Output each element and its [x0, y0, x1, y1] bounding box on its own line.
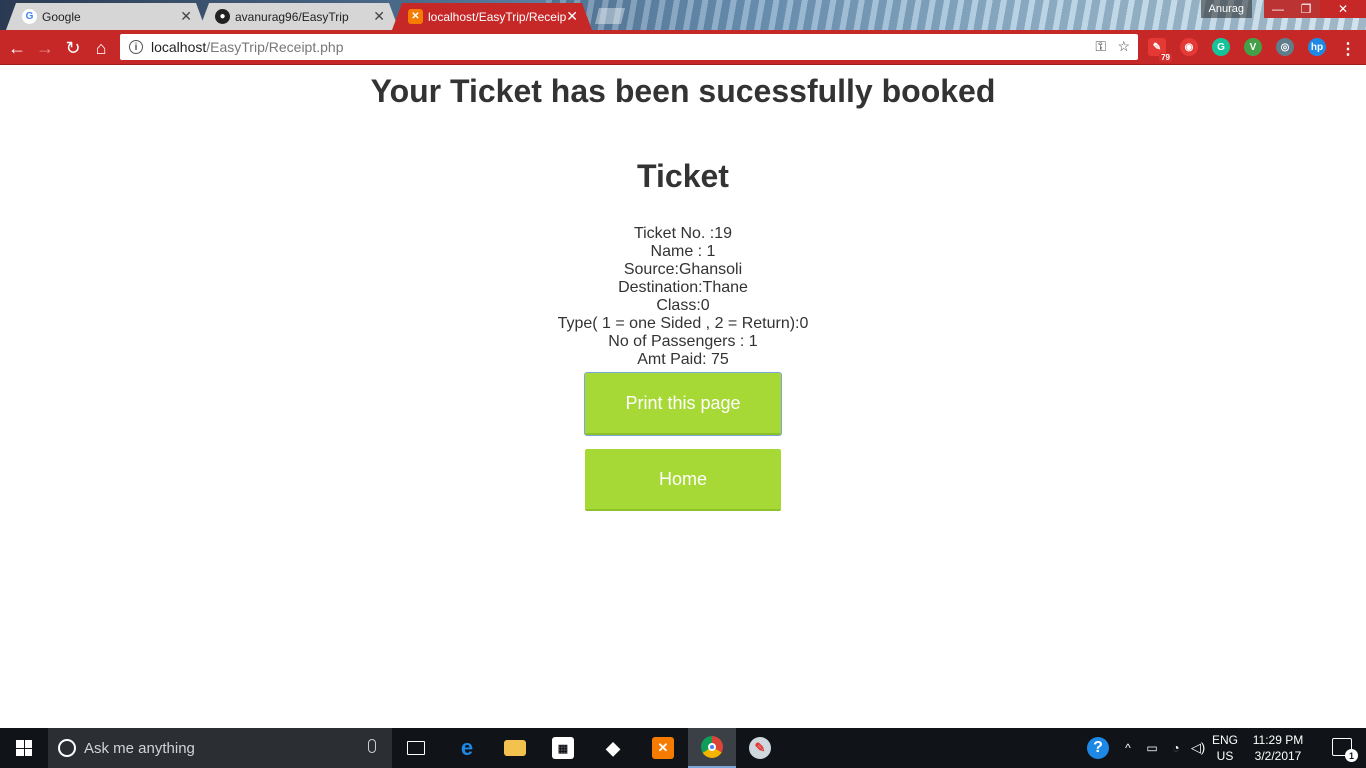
page-content: Your Ticket has been sucessfully booked … [0, 65, 1366, 728]
language-indicator[interactable]: ENG US [1208, 732, 1242, 764]
notification-count: 1 [1345, 749, 1358, 762]
cortana-icon [58, 739, 76, 757]
passenger-count: No of Passengers : 1 [608, 333, 758, 350]
task-view-icon[interactable] [392, 728, 440, 768]
extension-grammarly-icon[interactable]: G [1212, 38, 1230, 56]
page-title: Your Ticket has been sucessfully booked [370, 73, 996, 109]
extension-location-icon[interactable]: ◎ [1276, 38, 1294, 56]
xampp-icon[interactable]: ✕ [639, 728, 687, 768]
taskbar: Ask me anything e ▦ ◆ ✕ ✎ ? ^ ▭ ◔ ◁) ENG… [0, 728, 1366, 768]
date: 3/2/2017 [1254, 749, 1302, 763]
start-button[interactable] [0, 728, 48, 768]
minimize-icon[interactable]: — [1264, 0, 1292, 18]
chrome-icon[interactable] [688, 728, 736, 768]
chevron-up-icon[interactable]: ^ [1118, 728, 1138, 768]
ticket-type: Type( 1 = one Sided , 2 = Return):0 [557, 315, 809, 332]
battery-icon[interactable]: ▭ [1142, 728, 1162, 768]
language-code: ENG [1211, 733, 1238, 747]
help-icon[interactable]: ? [1086, 728, 1110, 768]
key-icon[interactable]: ⚿ [1095, 38, 1106, 55]
ticket-details: Ticket No. :19 Name : 1 Source:Ghansoli … [0, 225, 1366, 369]
close-tab-icon[interactable]: ✕ [566, 8, 578, 25]
browser-toolbar: ← → ↻ ⌂ i localhost/EasyTrip/Receipt.php… [0, 30, 1366, 65]
wifi-icon[interactable]: ◔ [1166, 728, 1186, 768]
tab-label: avanurag96/EasyTrip [235, 9, 349, 24]
close-window-icon[interactable]: ✕ [1320, 0, 1366, 18]
time: 11:29 PM [1252, 733, 1304, 747]
amount-paid: Amt Paid: 75 [637, 351, 729, 368]
ticket-heading: Ticket [637, 158, 729, 194]
destination: Destination:Thane [618, 279, 748, 296]
extension-shield-icon[interactable]: V [1244, 38, 1262, 56]
close-tab-icon[interactable]: ✕ [180, 8, 192, 25]
extension-eraser-icon[interactable]: ✎ 79 [1148, 38, 1172, 62]
extension-hp-icon[interactable]: hp [1308, 38, 1326, 56]
action-center-icon[interactable]: 1 [1332, 738, 1358, 762]
clock[interactable]: 11:29 PM 3/2/2017 [1248, 732, 1308, 764]
microphone-icon[interactable] [368, 739, 376, 753]
volume-icon[interactable]: ◁) [1188, 728, 1208, 768]
tab-receipt[interactable]: ✕ localhost/EasyTrip/Receipt.php ✕ [392, 3, 592, 30]
xampp-favicon-icon: ✕ [408, 9, 423, 24]
google-favicon-icon: G [22, 9, 37, 24]
back-arrow-icon[interactable]: ← [6, 37, 28, 59]
profile-button[interactable]: Anurag [1200, 0, 1252, 18]
extension-badge: 79 [1159, 53, 1172, 62]
cortana-search-box[interactable]: Ask me anything [48, 728, 392, 768]
passenger-name: Name : 1 [650, 243, 716, 260]
tab-label: localhost/EasyTrip/Receipt.php [428, 9, 566, 24]
source: Source:Ghansoli [623, 261, 743, 278]
class: Class:0 [656, 297, 710, 314]
tab-strip: G Google ✕ ● avanurag96/EasyTrip ✕ ✕ loc… [0, 0, 1366, 30]
search-placeholder: Ask me anything [84, 739, 195, 757]
chrome-menu-icon[interactable]: ⋮ [1340, 39, 1356, 59]
windows-logo-icon [16, 740, 32, 756]
close-tab-icon[interactable]: ✕ [373, 8, 385, 25]
tab-google[interactable]: G Google ✕ [6, 3, 206, 30]
tab-label: Google [42, 9, 81, 24]
github-favicon-icon: ● [215, 9, 230, 24]
extension-adblock-icon[interactable]: ◉ [1180, 38, 1198, 56]
store-icon[interactable]: ▦ [539, 728, 587, 768]
new-tab-button[interactable] [595, 8, 625, 24]
region-code: US [1216, 749, 1234, 763]
reload-icon[interactable]: ↻ [62, 37, 84, 59]
restore-icon[interactable]: ❐ [1292, 0, 1320, 18]
paint-icon[interactable]: ✎ [736, 728, 784, 768]
home-button[interactable]: Home [585, 449, 781, 511]
info-icon[interactable]: i [129, 40, 143, 54]
file-explorer-icon[interactable] [491, 728, 539, 768]
dropbox-icon[interactable]: ◆ [589, 728, 637, 768]
edge-icon[interactable]: e [443, 728, 491, 768]
tab-github[interactable]: ● avanurag96/EasyTrip ✕ [199, 3, 399, 30]
home-icon[interactable]: ⌂ [90, 37, 112, 59]
address-bar[interactable]: i localhost/EasyTrip/Receipt.php ⚿ ☆ [120, 34, 1138, 60]
url-path: /EasyTrip/Receipt.php [206, 39, 344, 55]
forward-arrow-icon[interactable]: → [34, 37, 56, 59]
bookmark-star-icon[interactable]: ☆ [1117, 38, 1130, 55]
url-host: localhost [151, 39, 207, 55]
ticket-number: Ticket No. :19 [633, 225, 733, 242]
print-button[interactable]: Print this page [584, 372, 782, 436]
